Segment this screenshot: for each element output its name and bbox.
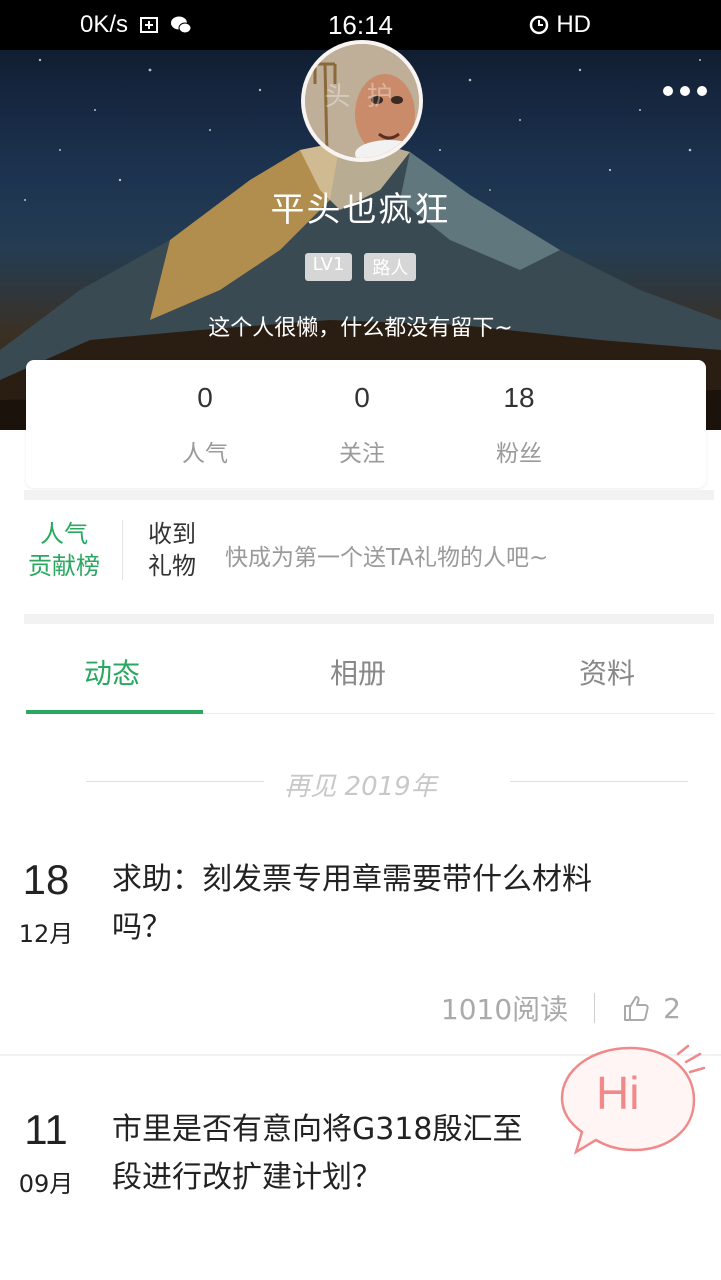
bottom-fade xyxy=(0,1226,721,1280)
post-month: 12月 xyxy=(18,920,74,948)
post-title-line2: 段进行改扩建计划？ xyxy=(112,1160,382,1195)
level-badge: LV1 xyxy=(304,253,353,281)
gift-divider xyxy=(122,520,123,580)
gift-hint[interactable]: 快成为第一个送TA礼物的人吧~ xyxy=(225,538,548,572)
stat-label: 关注 xyxy=(339,441,385,467)
active-tab-indicator xyxy=(26,710,203,714)
rank-label-line2: 贡献榜 xyxy=(28,552,100,580)
post-meta: 1010阅读 2 xyxy=(441,988,681,1028)
received-line2: 礼物 xyxy=(148,552,196,580)
post-title[interactable]: 求助：刻发票专用章需要带什么材料 吗？ xyxy=(112,856,672,952)
network-type: HD xyxy=(556,11,591,38)
stats-card: 0 人气 0 关注 18 粉丝 xyxy=(26,360,706,488)
stat-value: 0 xyxy=(197,382,213,413)
year-separator: 再见 2019年 xyxy=(284,772,437,802)
post-title-line2: 吗？ xyxy=(112,910,172,945)
badge-row: LV1 路人 xyxy=(0,253,721,281)
read-count: 1010阅读 xyxy=(440,993,569,1026)
received-gifts-label: 收到 礼物 xyxy=(140,518,204,582)
stat-popularity[interactable]: 0 人气 xyxy=(145,382,265,468)
rank-label-line1: 人气 xyxy=(40,520,88,548)
tab-profile-info[interactable]: 资料 xyxy=(579,652,635,692)
received-line1: 收到 xyxy=(148,520,196,548)
stat-label: 人气 xyxy=(182,441,228,467)
post-day: 11 xyxy=(24,1106,68,1153)
stat-label: 粉丝 xyxy=(496,441,542,467)
bio: 这个人很懒，什么都没有留下~ xyxy=(208,316,513,341)
nickname: 平头也疯狂 xyxy=(270,190,451,230)
stat-value: 0 xyxy=(354,382,370,413)
section-divider xyxy=(24,614,714,624)
contribution-rank-link[interactable]: 人气 贡献榜 xyxy=(22,518,106,582)
rank-badge: 路人 xyxy=(364,253,417,281)
avatar-watermark: 头 护 xyxy=(324,82,397,112)
stat-fans[interactable]: 18 粉丝 xyxy=(459,382,579,468)
thumbs-up-icon xyxy=(624,996,649,1021)
section-divider xyxy=(24,490,714,500)
tab-album[interactable]: 相册 xyxy=(330,652,386,692)
like-button[interactable]: 2 xyxy=(621,992,681,1025)
clock: 16:14 xyxy=(327,10,394,40)
like-count: 2 xyxy=(663,991,681,1025)
alarm-icon xyxy=(530,15,549,35)
hi-button-label: Hi xyxy=(596,1067,640,1119)
stat-value: 18 xyxy=(503,382,535,413)
stat-following[interactable]: 0 关注 xyxy=(302,382,422,468)
meta-divider xyxy=(594,993,596,1023)
tab-posts[interactable]: 动态 xyxy=(84,652,140,692)
post-month: 09月 xyxy=(18,1170,74,1198)
tab-bar: 动态 相册 资料 xyxy=(26,630,714,714)
post-title-line1: 求助：刻发票专用章需要带什么材料 xyxy=(112,862,592,897)
post-day: 18 xyxy=(22,856,70,903)
